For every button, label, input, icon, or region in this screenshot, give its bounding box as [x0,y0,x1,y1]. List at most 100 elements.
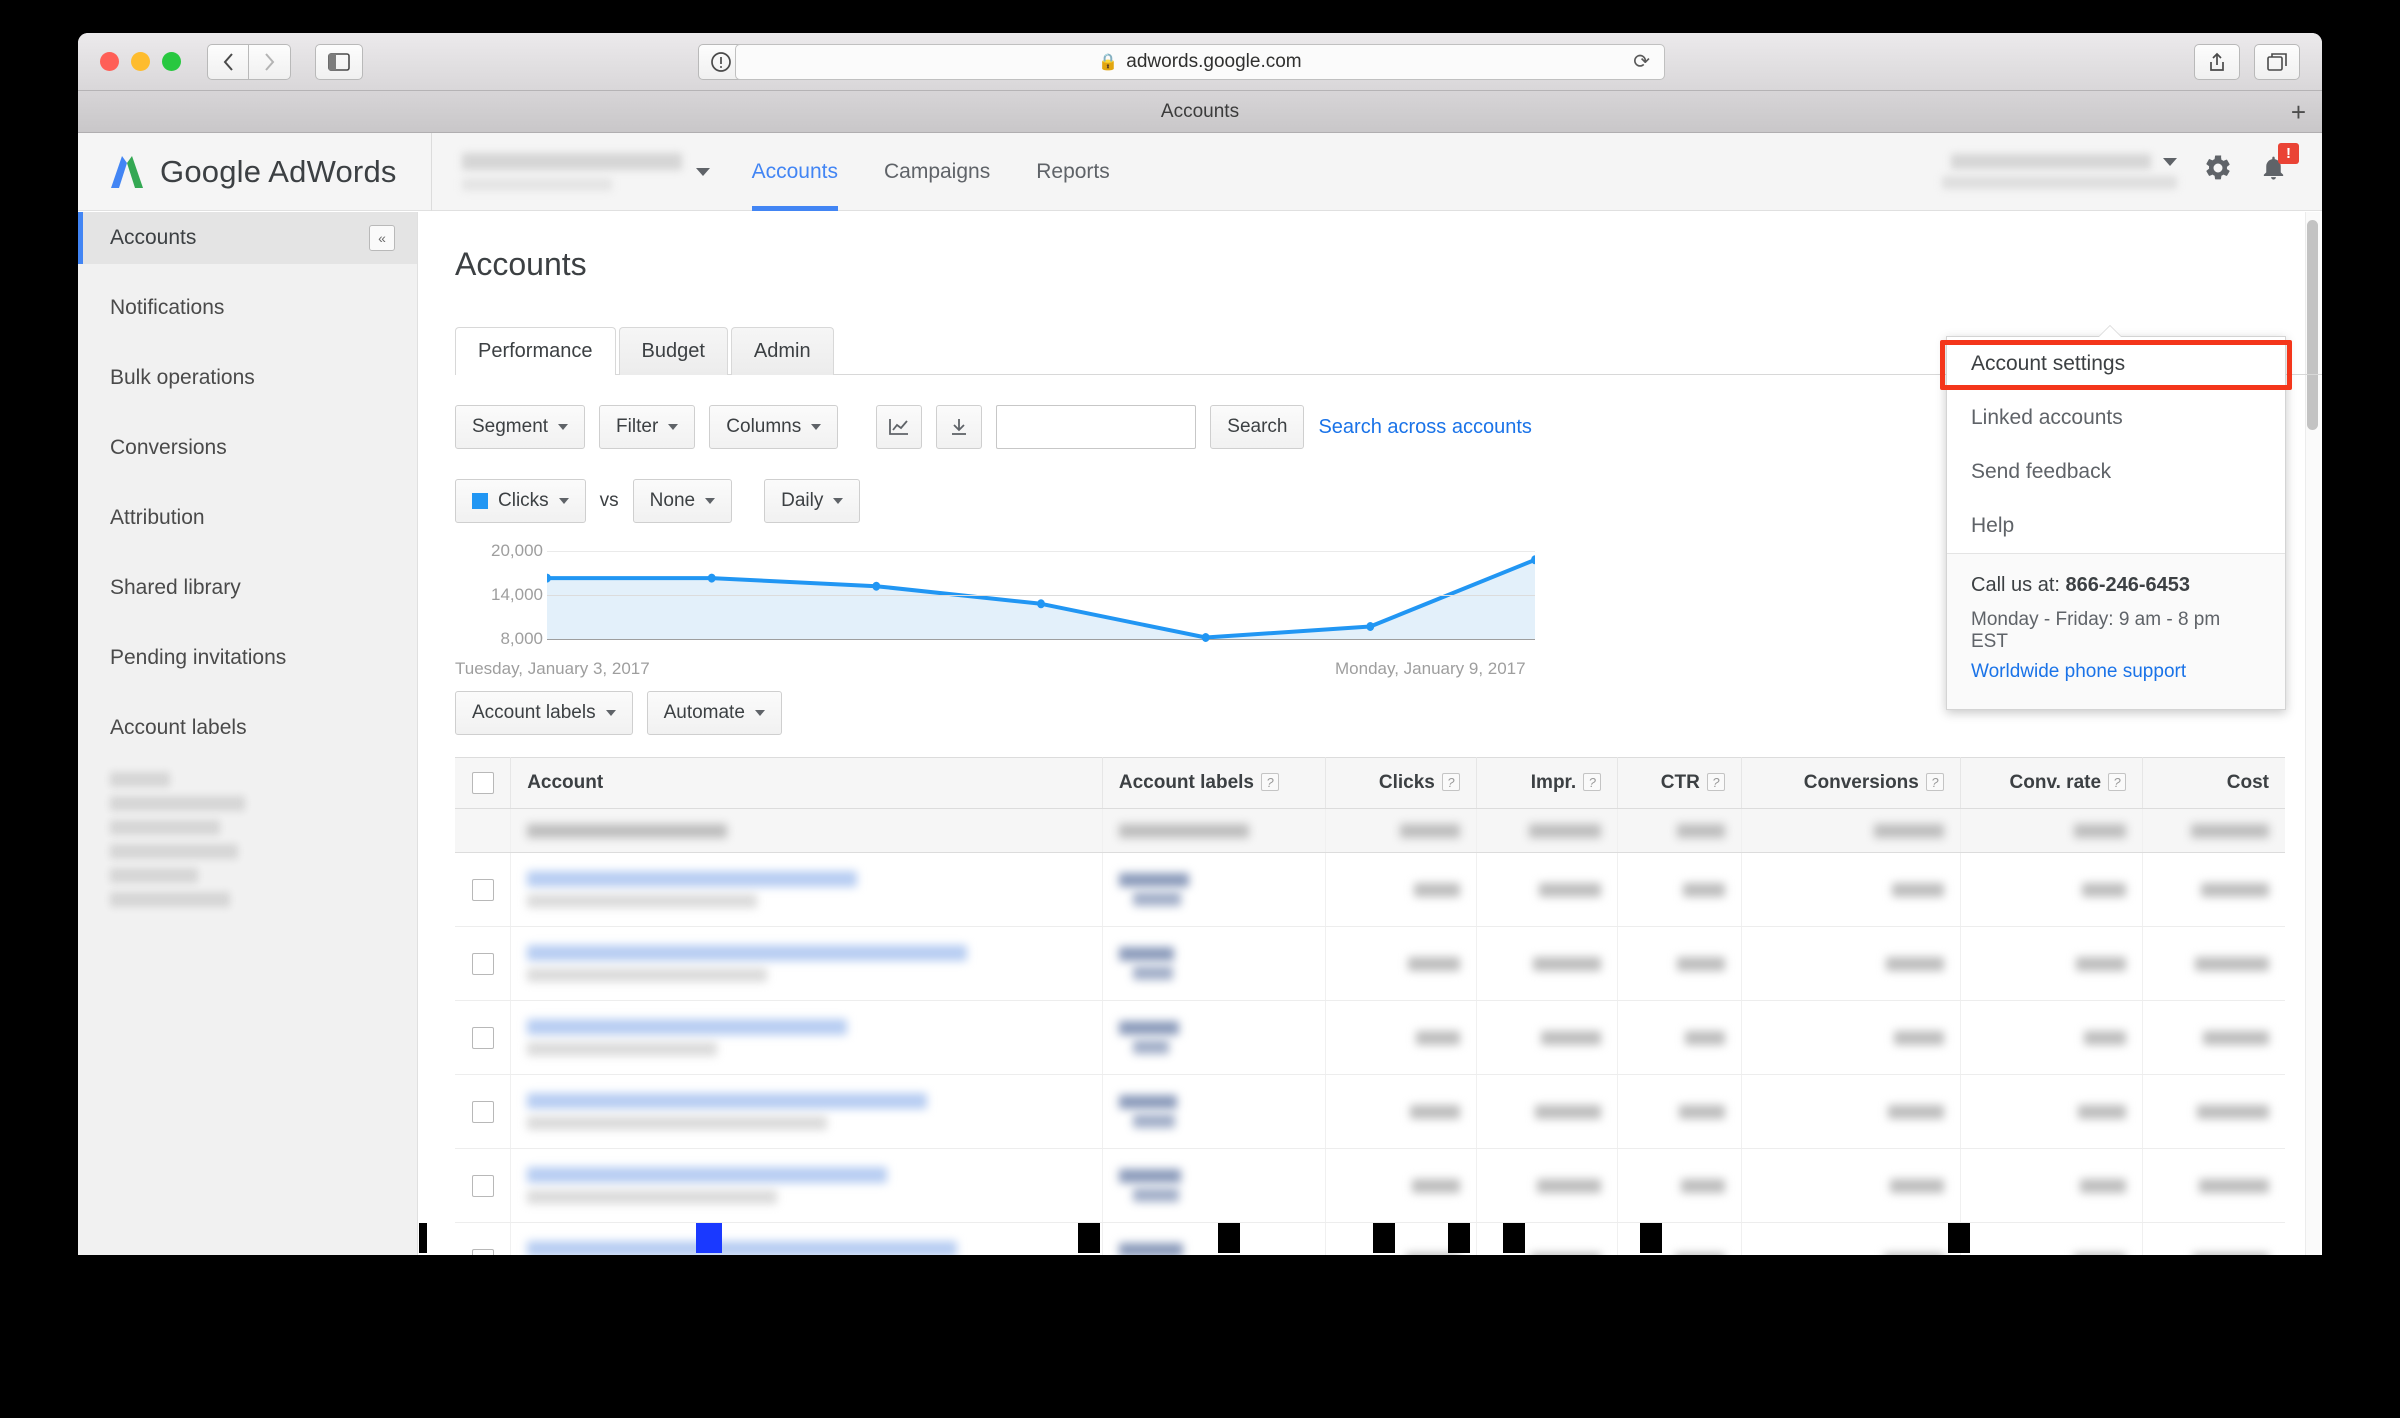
row-checkbox[interactable] [472,1027,494,1049]
brand-logo[interactable]: Google AdWords [108,152,397,192]
help-icon[interactable]: ? [1261,773,1279,791]
sidebar-collapse-icon[interactable]: « [369,225,395,251]
column-header-account-labels[interactable]: Account labels? [1102,758,1325,809]
sidebar-item-bulk-operations[interactable]: Bulk operations [78,352,417,404]
browser-tabstrip[interactable]: Accounts + [78,91,2322,133]
table-row[interactable] [455,927,2285,1001]
menu-item-linked-accounts[interactable]: Linked accounts [1947,391,2285,445]
row-account-cell[interactable] [511,927,1103,1001]
tab-budget[interactable]: Budget [619,327,728,375]
select-all-header[interactable] [455,758,511,809]
browser-right-buttons[interactable] [2194,44,2300,80]
sidebar-item-pending-invitations[interactable]: Pending invitations [78,632,417,684]
column-header-cost[interactable]: Cost [2143,758,2285,809]
app-nav[interactable]: Accounts Campaigns Reports [752,133,1110,211]
account-picker[interactable] [431,133,710,211]
sidebar-item-conversions[interactable]: Conversions [78,422,417,474]
row-checkbox[interactable] [472,953,494,975]
row-account-labels-cell[interactable] [1102,927,1325,1001]
help-icon[interactable]: ? [1707,773,1725,791]
line-chart-icon[interactable] [876,405,922,449]
address-bar[interactable]: 🔒 adwords.google.com ⟳ [735,44,1665,80]
row-account-labels-cell[interactable] [1102,1149,1325,1223]
sidebar-item-attribution[interactable]: Attribution [78,492,417,544]
browser-tab-accounts[interactable]: Accounts [1161,101,1239,123]
row-checkbox-cell[interactable] [455,1075,511,1149]
columns-button[interactable]: Columns [709,405,838,449]
sidebar-item-notifications[interactable]: Notifications [78,282,417,334]
row-account-labels-cell[interactable] [1102,853,1325,927]
column-header-conversions[interactable]: Conversions? [1741,758,1960,809]
address-bar-container[interactable]: 🔒 adwords.google.com ⟳ [735,44,1665,80]
user-account-button[interactable] [1942,154,2177,189]
row-checkbox-cell[interactable] [455,927,511,1001]
table-row[interactable] [455,853,2285,927]
maximize-window-button[interactable] [162,52,181,71]
nav-buttons[interactable] [207,44,291,80]
granularity-selector[interactable]: Daily [764,479,860,523]
search-across-accounts-link[interactable]: Search across accounts [1318,416,1531,439]
search-button[interactable]: Search [1210,405,1304,449]
column-header-account[interactable]: Account [511,758,1103,809]
account-menu-popup[interactable]: Account settings Linked accounts Send fe… [1946,336,2286,710]
column-header-clicks[interactable]: Clicks? [1325,758,1476,809]
nav-item-reports[interactable]: Reports [1036,133,1110,211]
row-checkbox[interactable] [472,1175,494,1197]
help-icon[interactable]: ? [1926,773,1944,791]
content-scrollbar-thumb[interactable] [2307,220,2318,430]
row-checkbox-cell[interactable] [455,853,511,927]
row-account-cell[interactable] [511,853,1103,927]
compare-selector[interactable]: None [633,479,732,523]
sidebar-toggle-button[interactable] [315,44,363,80]
table-row[interactable] [455,1149,2285,1223]
row-account-cell[interactable] [511,1001,1103,1075]
sidebar-item-account-labels[interactable]: Account labels [78,702,417,754]
menu-item-account-settings[interactable]: Account settings [1947,337,2285,391]
notifications-button[interactable]: ! [2259,153,2288,190]
gear-icon[interactable] [2203,153,2233,191]
tab-admin[interactable]: Admin [731,327,834,375]
close-window-button[interactable] [100,52,119,71]
row-checkbox-cell[interactable] [455,1149,511,1223]
table-row[interactable] [455,1001,2285,1075]
download-icon[interactable] [936,405,982,449]
new-tab-button[interactable]: + [2291,99,2306,125]
forward-button[interactable] [249,44,291,80]
window-controls[interactable] [100,52,181,71]
worldwide-phone-support-link[interactable]: Worldwide phone support [1971,661,2261,683]
help-icon[interactable]: ? [1442,773,1460,791]
minimize-window-button[interactable] [131,52,150,71]
sidebar-item-accounts[interactable]: Accounts « [78,212,417,264]
row-checkbox[interactable] [472,879,494,901]
tab-performance[interactable]: Performance [455,327,616,375]
table-row[interactable] [455,1075,2285,1149]
help-icon[interactable]: ? [1583,773,1601,791]
select-all-checkbox[interactable] [472,772,494,794]
column-header-conv-rate[interactable]: Conv. rate? [1960,758,2142,809]
row-account-cell[interactable] [511,1075,1103,1149]
metric-selector-clicks[interactable]: Clicks [455,479,586,523]
back-button[interactable] [207,44,249,80]
share-icon[interactable] [2194,44,2240,80]
reload-icon[interactable]: ⟳ [1633,49,1650,74]
show-all-tabs-icon[interactable] [2254,44,2300,80]
row-account-labels-cell[interactable] [1102,1075,1325,1149]
filter-button[interactable]: Filter [599,405,695,449]
column-header-ctr[interactable]: CTR? [1618,758,1742,809]
help-icon[interactable]: ? [2108,773,2126,791]
account-labels-button[interactable]: Account labels [455,691,633,735]
performance-chart[interactable]: 20,000 14,000 8,000 Tuesday, January 3, … [455,547,1815,657]
nav-item-accounts[interactable]: Accounts [752,133,838,211]
nav-item-campaigns[interactable]: Campaigns [884,133,990,211]
sidebar-item-shared-library[interactable]: Shared library [78,562,417,614]
search-input[interactable] [996,405,1196,449]
sidebar-account-list[interactable] [110,772,417,907]
row-account-cell[interactable] [511,1149,1103,1223]
row-account-labels-cell[interactable] [1102,1001,1325,1075]
menu-item-help[interactable]: Help [1947,499,2285,553]
segment-button[interactable]: Segment [455,405,585,449]
row-checkbox-cell[interactable] [455,1001,511,1075]
automate-button[interactable]: Automate [647,691,782,735]
column-header-impressions[interactable]: Impr.? [1476,758,1617,809]
menu-item-send-feedback[interactable]: Send feedback [1947,445,2285,499]
